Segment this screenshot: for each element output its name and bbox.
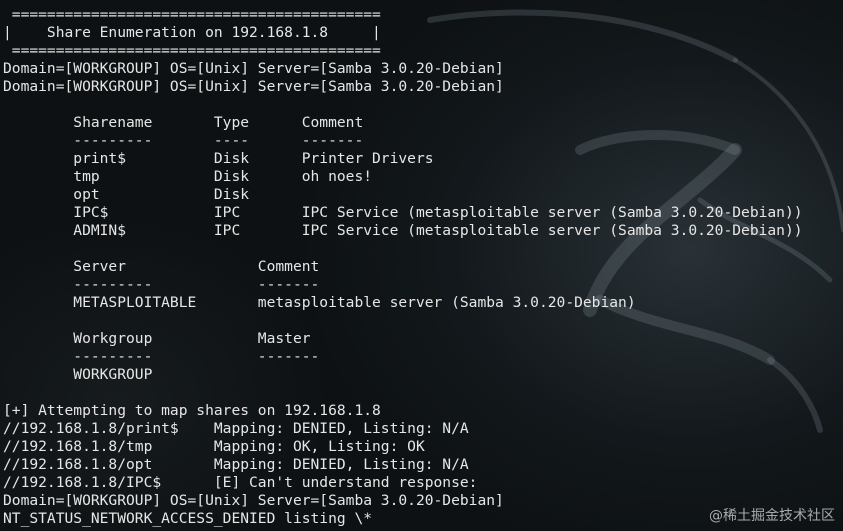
- terminal-line: Domain=[WORKGROUP] OS=[Unix] Server=[Sam…: [3, 492, 504, 509]
- terminal-line: [+] Attempting to map shares on 192.168.…: [3, 402, 381, 419]
- terminal-line: Sharename Type Comment: [3, 114, 364, 131]
- terminal-line: METASPLOITABLE metasploitable server (Sa…: [3, 294, 636, 311]
- terminal-line: opt Disk: [3, 186, 250, 203]
- terminal-line: ========================================…: [3, 6, 381, 23]
- terminal-line: //192.168.1.8/opt Mapping: DENIED, Listi…: [3, 456, 469, 473]
- terminal-line: tmp Disk oh noes!: [3, 168, 373, 185]
- terminal-line: --------- -------: [3, 276, 320, 293]
- watermark-text: @稀土掘金技术社区: [709, 508, 835, 524]
- terminal-line: ========================================…: [3, 42, 381, 59]
- terminal-line: //192.168.1.8/IPC$ [E] Can't understand …: [3, 474, 478, 491]
- terminal-line: //192.168.1.8/tmp Mapping: OK, Listing: …: [3, 438, 425, 455]
- terminal-line: WORKGROUP: [3, 366, 153, 383]
- terminal-line: ADMIN$ IPC IPC Service (metasploitable s…: [3, 222, 803, 239]
- terminal-line: IPC$ IPC IPC Service (metasploitable ser…: [3, 204, 803, 221]
- terminal-line: print$ Disk Printer Drivers: [3, 150, 434, 167]
- terminal-line: Domain=[WORKGROUP] OS=[Unix] Server=[Sam…: [3, 78, 504, 95]
- terminal-line: Server Comment: [3, 258, 320, 275]
- terminal-window[interactable]: ========================================…: [0, 0, 843, 531]
- terminal-line: NT_STATUS_NETWORK_ACCESS_DENIED listing …: [3, 510, 373, 527]
- terminal-line: | Share Enumeration on 192.168.1.8 |: [3, 24, 381, 41]
- terminal-line: --------- ---- -------: [3, 132, 364, 149]
- terminal-line: //192.168.1.8/print$ Mapping: DENIED, Li…: [3, 420, 469, 437]
- terminal-line: Workgroup Master: [3, 330, 311, 347]
- terminal-line: --------- -------: [3, 348, 320, 365]
- terminal-output: ========================================…: [3, 6, 803, 528]
- terminal-line: Domain=[WORKGROUP] OS=[Unix] Server=[Sam…: [3, 60, 504, 77]
